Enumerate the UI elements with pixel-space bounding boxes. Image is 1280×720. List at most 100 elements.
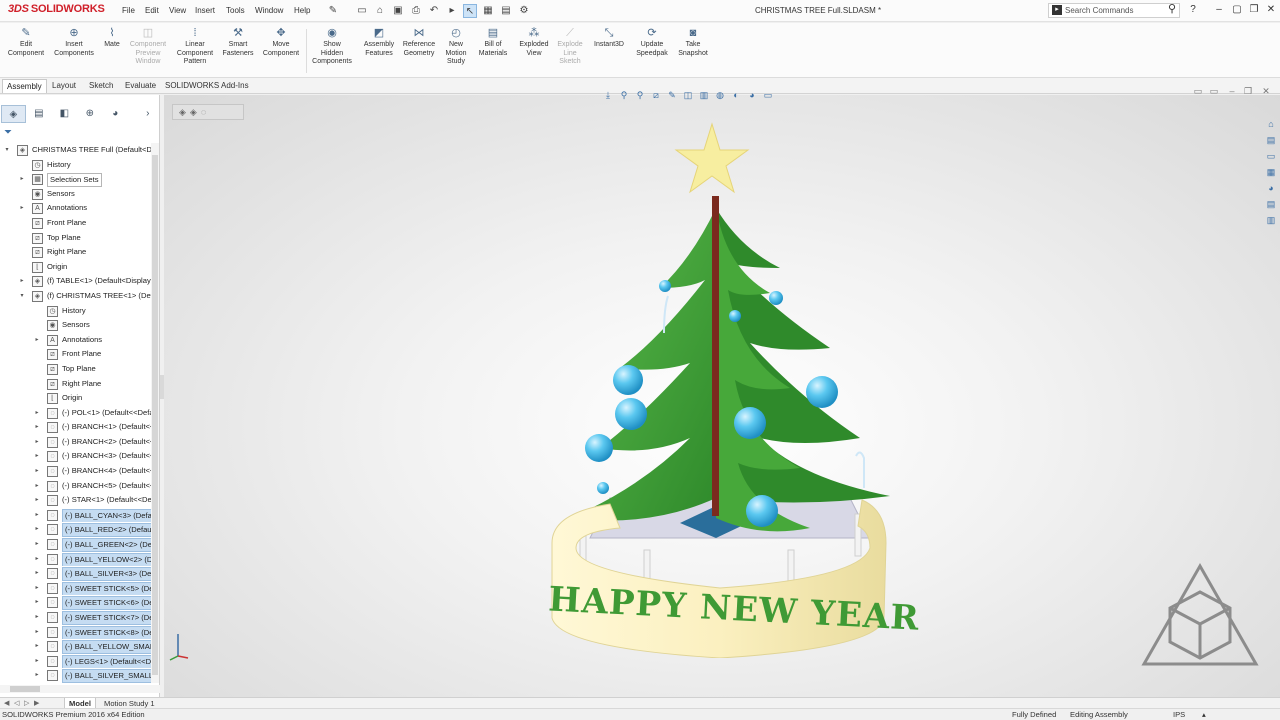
update-speedpak-button[interactable]: ⟳ Update Speedpak xyxy=(632,27,672,58)
filter-icon[interactable]: ⏷ xyxy=(4,127,12,138)
expand-toggle-icon[interactable]: ▸ xyxy=(33,449,41,464)
expand-toggle-icon[interactable]: ▸ xyxy=(33,581,41,596)
solidworks-resources-icon[interactable]: ⌂ xyxy=(1265,118,1278,131)
menu-help[interactable]: Help xyxy=(294,6,310,15)
component-preview-button[interactable]: ◫ Component Preview Window xyxy=(126,27,170,67)
file-explorer-icon[interactable]: ▭ xyxy=(1265,150,1278,163)
zoom-to-fit-icon[interactable]: ⤓ xyxy=(601,88,615,102)
file-properties-icon[interactable]: ▤ xyxy=(499,4,513,18)
tree-item[interactable]: ▸ ◌ (-) BALL_CYAN<3> (Default< xyxy=(0,508,152,523)
tree-item[interactable]: ⧄ Top Plane xyxy=(0,231,152,246)
forum-icon[interactable]: ▥ xyxy=(1265,214,1278,227)
expand-toggle-icon[interactable]: ▸ xyxy=(33,625,41,640)
maximize-icon[interactable]: ❐ xyxy=(1247,3,1261,17)
design-library-icon[interactable]: ▤ xyxy=(1265,134,1278,147)
tree-item[interactable]: ▸ ◌ (-) BRANCH<5> (Default<<D xyxy=(0,479,152,494)
tree-item[interactable]: ▸ ◌ (-) BALL_YELLOW_SMALL<2> xyxy=(0,639,152,654)
breadcrumb-component-icon[interactable]: ◈ xyxy=(190,107,197,118)
linear-pattern-button[interactable]: ⁞ Linear Component Pattern xyxy=(173,27,217,67)
tree-item[interactable]: ▸ ◌ (-) BALL_GREEN<2> (Default- xyxy=(0,537,152,552)
menu-window[interactable]: Window xyxy=(255,6,283,15)
custom-properties-icon[interactable]: ▤ xyxy=(1265,198,1278,211)
tree-item[interactable]: ⌊ Origin xyxy=(0,391,152,406)
dimxpert-tab-icon[interactable]: ⊕ xyxy=(78,105,102,123)
tree-item[interactable]: ▸ ◌ (-) STAR<1> (Default<<Defa xyxy=(0,493,152,508)
expand-toggle-icon[interactable]: ▸ xyxy=(33,420,41,435)
tree-item[interactable]: ▸ ◌ (-) BRANCH<1> (Default<<D xyxy=(0,420,152,435)
units-status[interactable]: IPS xyxy=(1173,709,1185,720)
expand-toggle-icon[interactable]: ▸ xyxy=(18,201,26,216)
tab-layout[interactable]: Layout xyxy=(48,79,80,93)
collapse-toggle-icon[interactable]: ▾ xyxy=(3,143,11,158)
configuration-manager-tab-icon[interactable]: ◧ xyxy=(52,105,76,123)
expand-toggle-icon[interactable]: ▸ xyxy=(33,333,41,348)
tab-sketch[interactable]: Sketch xyxy=(85,79,117,93)
smart-fasteners-button[interactable]: ⚒ Smart Fasteners xyxy=(220,27,256,58)
expand-toggle-icon[interactable]: ▸ xyxy=(33,435,41,450)
search-icon[interactable]: ⚲ xyxy=(1168,3,1176,16)
expand-toggle-icon[interactable]: ▸ xyxy=(33,639,41,654)
tree-item[interactable]: ◉ Sensors xyxy=(0,187,152,202)
restore-icon[interactable]: ▢ xyxy=(1230,3,1244,17)
tree-item[interactable]: ▸ ◌ (-) BALL_RED<2> (Default<<I xyxy=(0,522,152,538)
tree-item[interactable]: ▸ ◌ (-) BALL_SILVER_SMALL<2> ( xyxy=(0,668,152,683)
insert-components-button[interactable]: ⊕ Insert Components xyxy=(50,27,98,58)
tree-item[interactable]: ▸ ◌ (-) BRANCH<2> (Default<<D xyxy=(0,435,152,450)
zoom-to-area-icon[interactable]: ⚲ xyxy=(617,88,631,102)
tree-item[interactable]: ▸ ◌ (-) BRANCH<4> (Default<<D xyxy=(0,464,152,479)
display-manager-tab-icon[interactable]: ◕ xyxy=(103,105,127,123)
section-view-icon[interactable]: ⧄ xyxy=(649,88,663,102)
tree-item[interactable]: ◷ History xyxy=(0,158,152,173)
expand-toggle-icon[interactable]: ▸ xyxy=(33,610,41,625)
open-icon[interactable]: ⌂ xyxy=(373,4,387,18)
dynamic-annotation-icon[interactable]: ✎ xyxy=(665,88,679,102)
solidworks-logo[interactable]: 3DS SOLIDWORKS xyxy=(8,3,105,15)
reference-geometry-button[interactable]: ⋈ Reference Geometry xyxy=(400,27,438,58)
assembly-features-button[interactable]: ◩ Assembly Features xyxy=(359,27,399,58)
menu-view[interactable]: View xyxy=(169,6,186,15)
new-document-icon[interactable]: ▭ xyxy=(355,4,369,18)
viewport-split-icon[interactable]: – xyxy=(1226,85,1238,97)
expand-toggle-icon[interactable]: ▸ xyxy=(33,595,41,610)
appearances-icon[interactable]: ◕ xyxy=(1265,182,1278,195)
explode-line-sketch-button[interactable]: ⟋ Explode Line Sketch xyxy=(554,27,586,67)
tab-evaluate[interactable]: Evaluate xyxy=(121,79,160,93)
rebuild-icon[interactable]: ▦ xyxy=(481,4,495,18)
tree-item[interactable]: ▸ A Annotations xyxy=(0,333,152,348)
viewport-close-icon[interactable]: ✕ xyxy=(1260,85,1272,97)
new-motion-study-button[interactable]: ◴ New Motion Study xyxy=(440,27,472,67)
tree-item[interactable]: ▸ ◈ (f) TABLE<1> (Default<Display Sta xyxy=(0,274,152,289)
tree-item[interactable]: ⧄ Front Plane xyxy=(0,216,152,231)
tree-item[interactable]: ▸ ◌ (-) BRANCH<3> (Default<<D xyxy=(0,449,152,464)
previous-view-icon[interactable]: ⚲ xyxy=(633,88,647,102)
mate-button[interactable]: ⌇ Mate xyxy=(100,27,124,50)
panel-expand-icon[interactable]: › xyxy=(136,105,160,123)
tree-item[interactable]: ⧄ Top Plane xyxy=(0,362,152,377)
tree-item[interactable]: ⧄ Right Plane xyxy=(0,245,152,260)
search-mode-icon[interactable]: ▸ xyxy=(1052,5,1062,15)
minimize-icon[interactable]: – xyxy=(1212,3,1226,17)
edit-appearance-icon[interactable]: ◐ xyxy=(729,88,743,102)
move-component-button[interactable]: ✥ Move Component xyxy=(259,27,303,58)
expand-toggle-icon[interactable]: ▸ xyxy=(33,522,41,537)
select-icon[interactable]: ↖ xyxy=(463,4,477,18)
tree-item[interactable]: ◉ Sensors xyxy=(0,318,152,333)
tree-item[interactable]: ▸ ◌ (-) LEGS<1> (Default<<Defau xyxy=(0,654,152,669)
options-icon[interactable]: ⚙ xyxy=(517,4,531,18)
scroll-thumb[interactable] xyxy=(152,155,158,675)
tree-item[interactable]: ◷ History xyxy=(0,304,152,319)
bill-of-materials-button[interactable]: ▤ Bill of Materials xyxy=(475,27,511,58)
feature-manager-tab-icon[interactable]: ◈ xyxy=(1,105,26,123)
pin-icon[interactable]: ✎ xyxy=(326,4,340,18)
display-style-icon[interactable]: ▥ xyxy=(697,88,711,102)
menu-insert[interactable]: Insert xyxy=(195,6,215,15)
expand-toggle-icon[interactable]: ▸ xyxy=(33,668,41,683)
take-snapshot-button[interactable]: ◙ Take Snapshot xyxy=(674,27,712,58)
tab-addins[interactable]: SOLIDWORKS Add-Ins xyxy=(161,79,253,93)
menu-tools[interactable]: Tools xyxy=(226,6,245,15)
expand-toggle-icon[interactable]: ▸ xyxy=(33,479,41,494)
hide-show-items-icon[interactable]: ◍ xyxy=(713,88,727,102)
viewport-restore-icon[interactable]: ▭ xyxy=(1208,85,1220,97)
close-icon[interactable]: ✕ xyxy=(1264,3,1278,17)
breadcrumb-assembly-icon[interactable]: ◈ xyxy=(179,107,186,118)
